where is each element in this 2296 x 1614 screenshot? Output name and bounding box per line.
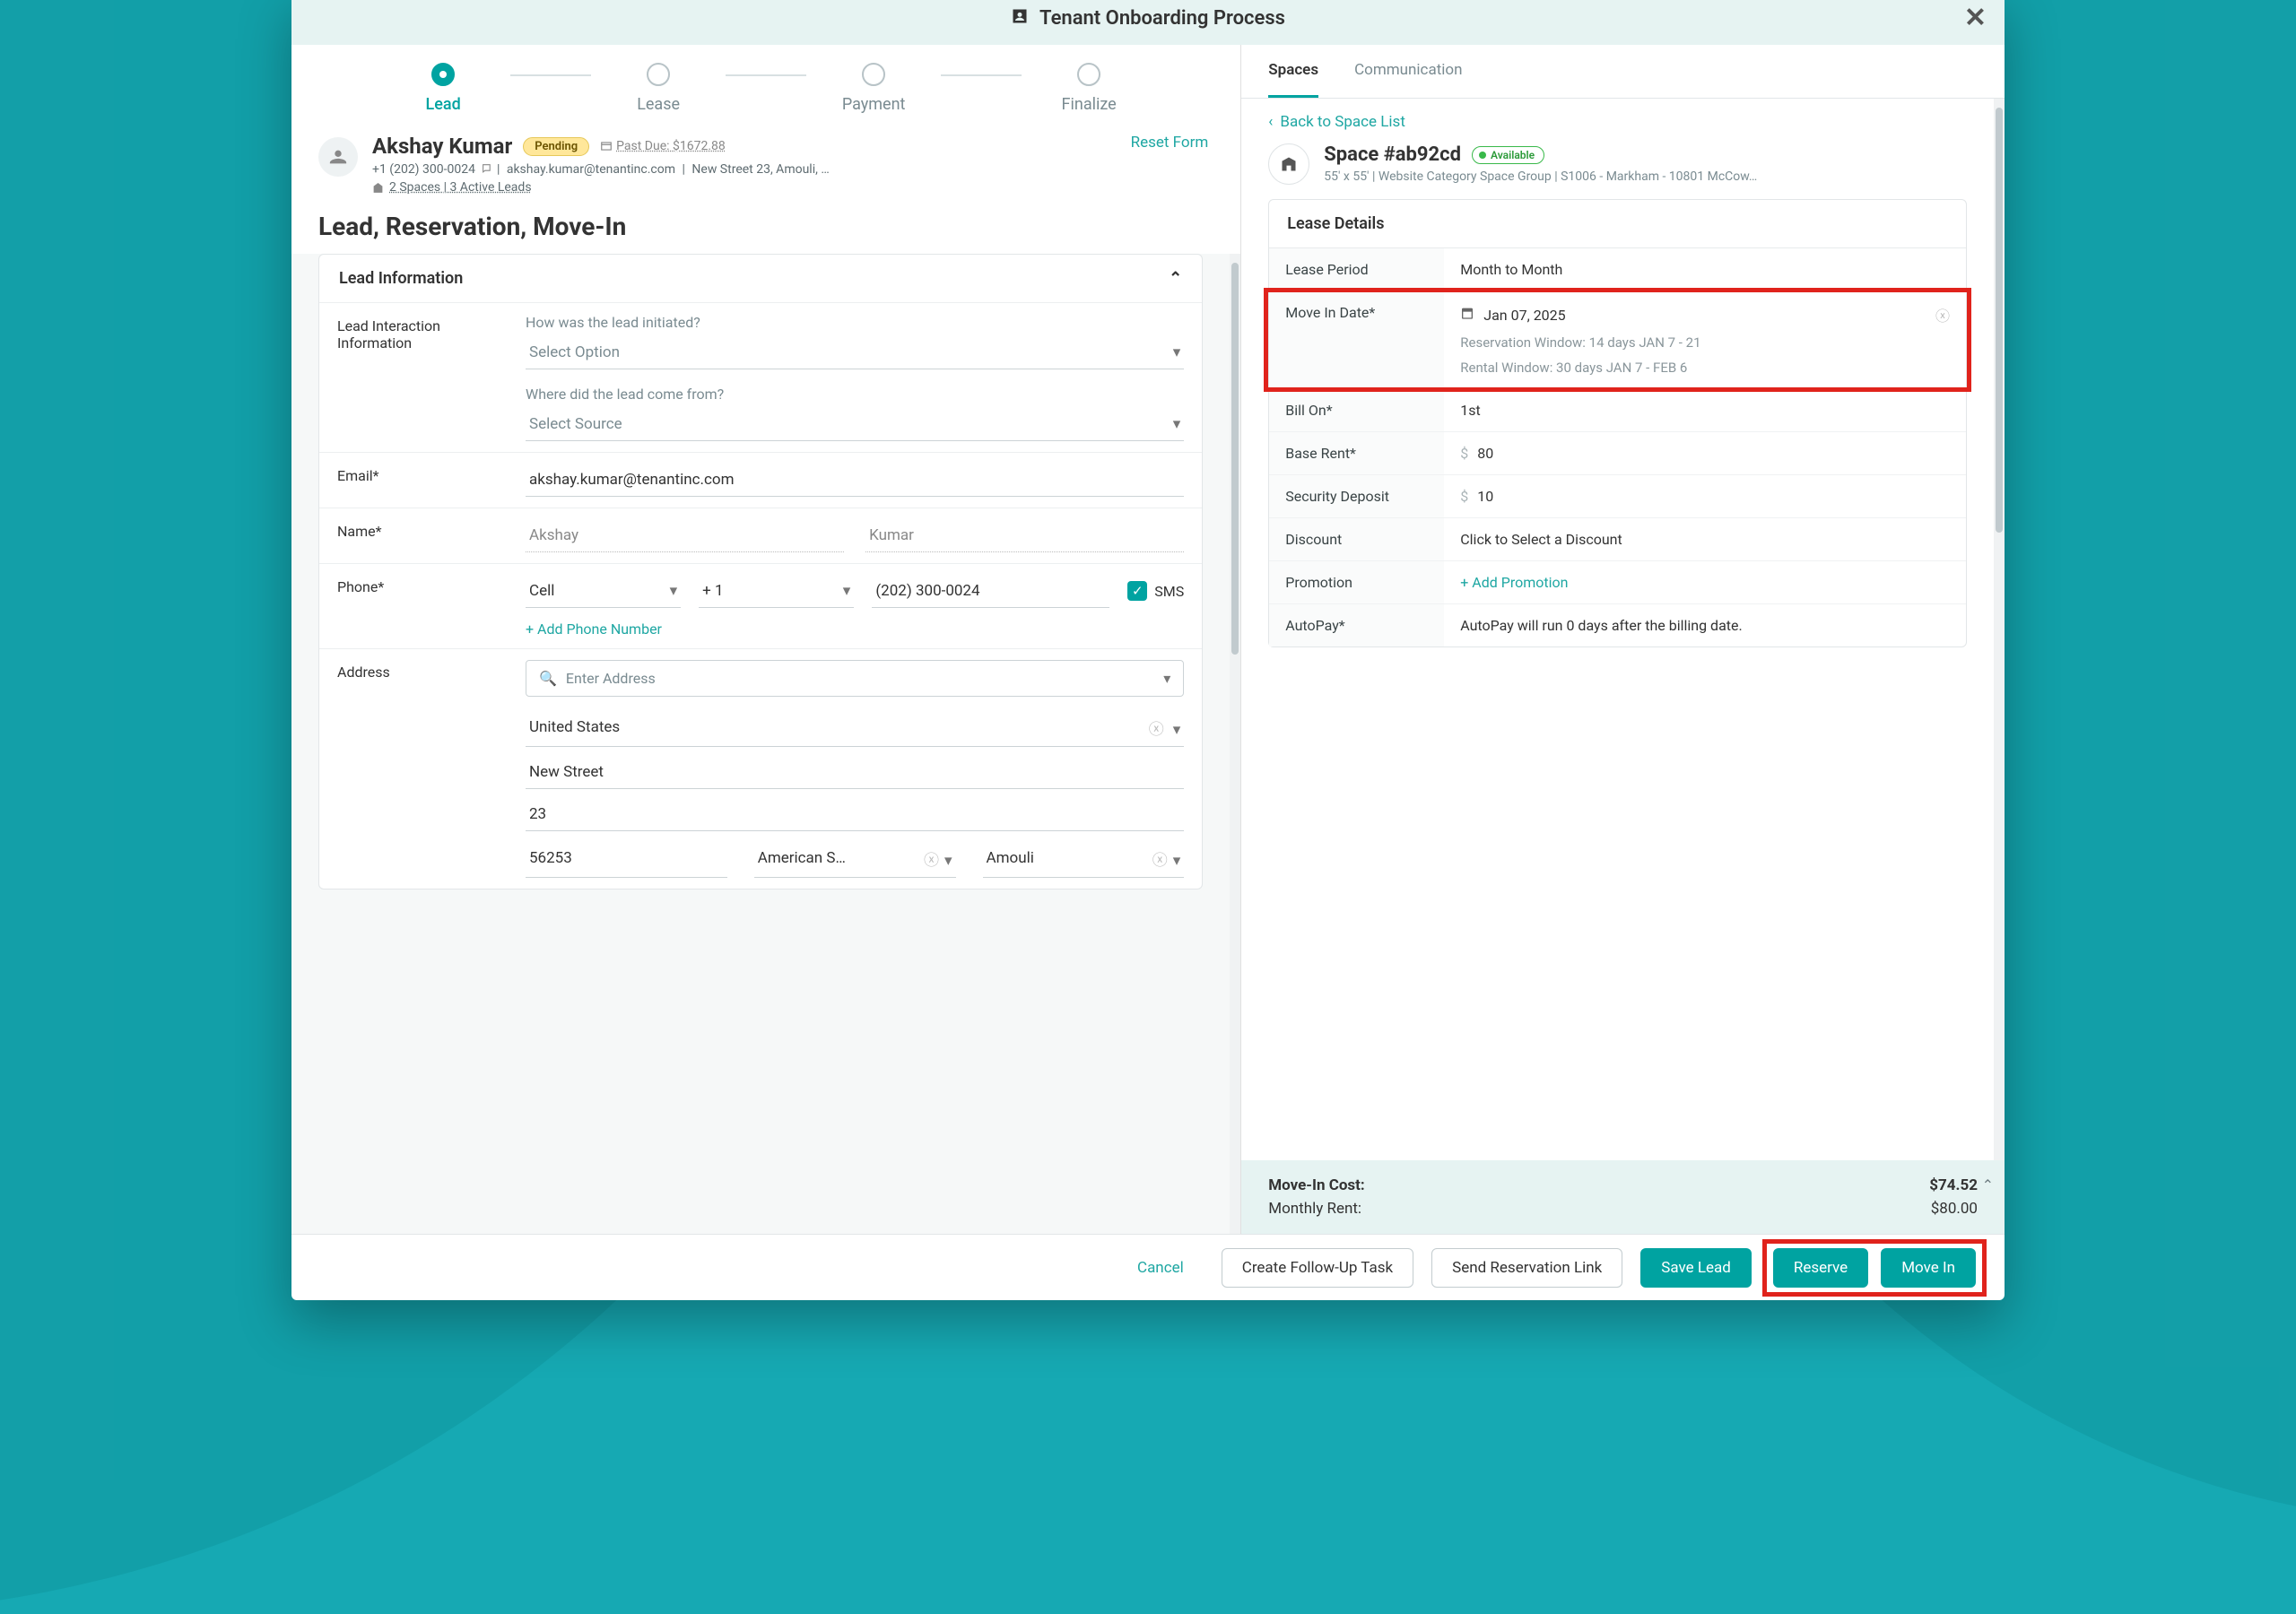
send-reservation-button[interactable]: Send Reservation Link [1431, 1248, 1622, 1288]
modal-body: Lead Lease Payment Finalize Akshay Kumar… [291, 45, 2005, 1234]
lead-name: Akshay Kumar [372, 134, 512, 159]
lease-period-label: Lease Period [1269, 248, 1444, 291]
availability-badge: Available [1472, 146, 1544, 164]
sms-checkbox[interactable]: ✓ SMS [1127, 581, 1184, 601]
lead-source-select[interactable]: Select Source▾ [526, 408, 1184, 441]
cost-summary[interactable]: Move-In Cost:$74.52 Monthly Rent:$80.00 … [1241, 1160, 2005, 1234]
add-phone-link[interactable]: + Add Phone Number [526, 620, 662, 638]
chevron-up-icon: ⌃ [1169, 269, 1182, 288]
chevron-up-icon[interactable]: ⌃ [1982, 1176, 1994, 1193]
left-pane: Lead Lease Payment Finalize Akshay Kumar… [291, 45, 1241, 1234]
modal-footer: Cancel Create Follow-Up Task Send Reserv… [291, 1234, 2005, 1300]
movein-date-field[interactable]: Jan 07, 2025 [1483, 307, 1926, 324]
address-label: Address [319, 649, 508, 889]
stepper: Lead Lease Payment Finalize [291, 45, 1240, 123]
country-select[interactable]: United Statesⓧ▾ [526, 709, 1184, 747]
left-scroll-area[interactable]: Lead Information ⌃ Lead Interaction Info… [291, 254, 1230, 1235]
followup-button[interactable]: Create Follow-Up Task [1222, 1248, 1413, 1288]
space-icon [1268, 143, 1309, 185]
reset-form-link[interactable]: Reset Form [1131, 134, 1209, 152]
add-promotion-link[interactable]: + Add Promotion [1460, 574, 1568, 591]
reservation-window: Reservation Window: 14 days JAN 7 - 21 [1460, 334, 1950, 351]
bill-on-value[interactable]: 1st [1444, 389, 1966, 431]
lead-spaces-link[interactable]: 2 Spaces | 3 Active Leads [372, 180, 532, 195]
left-scrollbar[interactable] [1230, 254, 1240, 1235]
lead-interaction-label: Lead Interaction Information [319, 303, 508, 452]
lead-info-panel: Lead Information ⌃ Lead Interaction Info… [318, 254, 1203, 889]
lease-details-title: Lease Details [1269, 200, 1966, 248]
space-subtitle: 55' x 55' | Website Category Space Group… [1324, 169, 1757, 184]
movein-cost: $74.52 [1929, 1176, 1978, 1194]
autopay-text: AutoPay will run 0 days after the billin… [1444, 604, 1966, 646]
phone-label: Phone* [319, 564, 508, 648]
street-field[interactable]: New Street [526, 756, 1184, 789]
onboarding-modal: Tenant Onboarding Process ✕ Lead Lease P… [291, 0, 2005, 1300]
status-badge: Pending [523, 137, 589, 156]
modal-header: Tenant Onboarding Process ✕ [291, 0, 2005, 45]
step-lead[interactable]: Lead [376, 63, 510, 114]
lead-contact-line: +1 (202) 300-0024 | akshay.kumar@tenanti… [372, 162, 1131, 177]
clear-icon[interactable]: ⓧ [1935, 304, 1950, 325]
lease-details-panel: Lease Details Lease Period Month to Mont… [1268, 199, 1967, 647]
address-search-input[interactable]: 🔍 Enter Address ▾ [526, 660, 1184, 697]
first-name-field[interactable]: Akshay [526, 519, 844, 552]
space-header: Space #ab92cd Available 55' x 55' | Webs… [1268, 143, 1967, 185]
base-rent-field[interactable]: $80 [1444, 432, 1966, 474]
right-scroll-area[interactable]: ‹ Back to Space List Space #ab92cd Avail… [1241, 99, 1994, 1160]
right-pane: Spaces Communication ‹ Back to Space Lis… [1241, 45, 2005, 1234]
lease-period-value: Month to Month [1444, 248, 1966, 291]
calendar-icon [1460, 306, 1474, 324]
reserve-button[interactable]: Reserve [1773, 1248, 1868, 1288]
search-icon: 🔍 [539, 670, 557, 687]
space-title: Space #ab92cd [1324, 143, 1461, 166]
movein-button[interactable]: Move In [1881, 1248, 1976, 1288]
rental-window: Rental Window: 30 days JAN 7 - FEB 6 [1460, 360, 1950, 376]
step-payment[interactable]: Payment [806, 63, 941, 114]
name-label: Name* [319, 508, 508, 563]
right-tabs: Spaces Communication [1241, 45, 2005, 99]
tab-communication[interactable]: Communication [1354, 45, 1462, 98]
avatar [318, 137, 358, 177]
monthly-rent: $80.00 [1931, 1200, 1978, 1218]
phone-country-select[interactable]: + 1▾ [699, 575, 854, 608]
zip-field[interactable]: 56253 [526, 840, 727, 878]
state-select[interactable]: American S…ⓧ▾ [754, 840, 956, 878]
modal-title: Tenant Onboarding Process [1039, 7, 1285, 30]
account-box-icon [1011, 7, 1029, 30]
chevron-left-icon: ‹ [1268, 113, 1273, 131]
lead-header: Akshay Kumar Pending Past Due: $1672.88 … [291, 123, 1240, 212]
email-label: Email* [319, 453, 508, 508]
past-due-link[interactable]: Past Due: $1672.88 [600, 139, 726, 153]
save-lead-button[interactable]: Save Lead [1640, 1248, 1752, 1288]
last-name-field[interactable]: Kumar [865, 519, 1184, 552]
right-scrollbar[interactable] [1994, 99, 2005, 1160]
panel-header[interactable]: Lead Information ⌃ [319, 255, 1202, 302]
email-field[interactable]: akshay.kumar@tenantinc.com [526, 464, 1184, 497]
city-select[interactable]: Amouliⓧ▾ [983, 840, 1185, 878]
step-finalize[interactable]: Finalize [1022, 63, 1156, 114]
cancel-button[interactable]: Cancel [1118, 1249, 1204, 1287]
step-lease[interactable]: Lease [591, 63, 726, 114]
movein-row: Move In Date* Jan 07, 2025 ⓧ Reservation… [1269, 291, 1966, 388]
phone-type-select[interactable]: Cell▾ [526, 575, 681, 608]
security-deposit-field[interactable]: $10 [1444, 475, 1966, 517]
back-to-space-list[interactable]: ‹ Back to Space List [1268, 113, 1405, 131]
phone-number-field[interactable]: (202) 300-0024 [872, 575, 1109, 608]
tab-spaces[interactable]: Spaces [1268, 45, 1318, 98]
lead-initiated-select[interactable]: Select Option▾ [526, 336, 1184, 369]
checkbox-on-icon: ✓ [1127, 581, 1147, 601]
street-no-field[interactable]: 23 [526, 798, 1184, 831]
section-title: Lead, Reservation, Move-In [291, 212, 1240, 254]
discount-select[interactable]: Click to Select a Discount [1444, 518, 1966, 560]
close-icon[interactable]: ✕ [1964, 3, 1987, 34]
